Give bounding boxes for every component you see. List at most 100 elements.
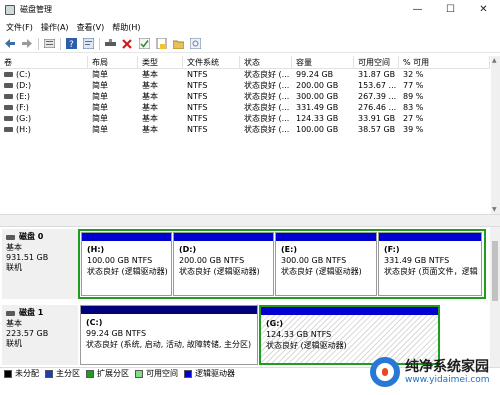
toolbar-separator	[99, 37, 100, 50]
type-cell: 基本	[142, 114, 158, 123]
scrollbar-thumb[interactable]	[492, 241, 498, 301]
disk-state: 联机	[6, 339, 22, 348]
volume-list-scrollbar[interactable]: ▲ ▼	[491, 56, 500, 214]
disk-icon	[6, 234, 15, 240]
column-header-volume[interactable]: 卷	[0, 55, 88, 69]
type-cell: 基本	[142, 92, 158, 101]
title-bar: 磁盘管理 — ☐ ✕	[0, 0, 500, 19]
column-header-percent-free[interactable]: % 可用	[399, 55, 490, 69]
logical-drive-bar	[174, 233, 273, 241]
table-row[interactable]: (D:) 简单 基本 NTFS 状态良好 (... 200.00 GB 153.…	[0, 80, 490, 91]
scroll-down-arrow-icon[interactable]: ▼	[492, 206, 497, 213]
scroll-up-arrow-icon[interactable]: ▲	[492, 57, 497, 64]
column-header-status[interactable]: 状态	[240, 55, 292, 69]
table-row[interactable]: (H:) 简单 基本 NTFS 状态良好 (... 100.00 GB 38.5…	[0, 124, 490, 135]
check-icon[interactable]	[137, 37, 151, 51]
partition-status: 状态良好 (系统, 启动, 活动, 故障转储, 主分区)	[86, 340, 252, 349]
drive-icon	[4, 72, 13, 77]
type-cell: 基本	[142, 125, 158, 134]
disk-size: 223.57 GB	[6, 329, 49, 338]
menu-view[interactable]: 查看(V)	[77, 22, 105, 33]
partition-c[interactable]: (C:) 99.24 GB NTFS 状态良好 (系统, 启动, 活动, 故障转…	[80, 305, 258, 365]
logical-drive-bar	[261, 307, 438, 315]
partition-label: (C:)	[86, 318, 103, 327]
maximize-button[interactable]: ☐	[434, 0, 467, 19]
free-space-cell: 33.91 GB	[358, 114, 396, 123]
column-header-filesystem[interactable]: 文件系统	[183, 55, 240, 69]
help-icon[interactable]: ?	[64, 37, 78, 51]
folder-icon[interactable]	[171, 37, 185, 51]
legend-label: 可用空间	[146, 369, 178, 378]
capacity-cell: 124.33 GB	[296, 114, 339, 123]
forward-arrow-icon[interactable]	[20, 37, 34, 51]
column-header-type[interactable]: 类型	[138, 55, 183, 69]
table-row[interactable]: (E:) 简单 基本 NTFS 状态良好 (... 300.00 GB 267.…	[0, 91, 490, 102]
legend-swatch	[4, 369, 12, 378]
legend-label: 扩展分区	[97, 369, 129, 378]
partition-label: (E:)	[281, 245, 297, 254]
volume-name: (H:)	[16, 125, 31, 134]
partition-size: 124.33 GB NTFS	[266, 330, 332, 339]
drive-icon	[4, 83, 13, 88]
volume-list-table: 卷 布局 类型 文件系统 状态 容量 可用空间 % 可用 (C:) 简单 基本 …	[0, 55, 490, 208]
new-volume-icon[interactable]	[154, 37, 168, 51]
partition-d[interactable]: (D:) 200.00 GB NTFS 状态良好 (逻辑驱动器)	[173, 232, 274, 296]
list-view-icon[interactable]	[42, 37, 56, 51]
partition-status: 状态良好 (逻辑驱动器)	[281, 267, 362, 276]
partition-size: 200.00 GB NTFS	[179, 256, 245, 265]
volume-name: (G:)	[16, 114, 32, 123]
logical-drive-bar	[82, 233, 171, 241]
table-row[interactable]: (F:) 简单 基本 NTFS 状态良好 (... 331.49 GB 276.…	[0, 102, 490, 113]
status-cell: 状态良好 (...	[244, 92, 290, 101]
disk-0-partitions: (H:) 100.00 GB NTFS 状态良好 (逻辑驱动器) (D:) 20…	[81, 232, 483, 296]
table-row[interactable]: (G:) 简单 基本 NTFS 状态良好 (... 124.33 GB 33.9…	[0, 113, 490, 124]
partition-e[interactable]: (E:) 300.00 GB NTFS 状态良好 (逻辑驱动器)	[275, 232, 377, 296]
partition-label: (H:)	[87, 245, 105, 254]
percent-free-cell: 83 %	[403, 103, 424, 112]
partition-status: 状态良好 (页面文件，逻辑	[384, 267, 478, 276]
table-row[interactable]: (C:) 简单 基本 NTFS 状态良好 (... 99.24 GB 31.87…	[0, 69, 490, 80]
minimize-button[interactable]: —	[401, 0, 434, 19]
partition-label: (G:)	[266, 319, 284, 328]
disk-view-scrollbar[interactable]	[490, 227, 500, 367]
type-cell: 基本	[142, 81, 158, 90]
legend-swatch	[86, 369, 94, 378]
disk-type: 基本	[6, 319, 22, 328]
close-button[interactable]: ✕	[467, 0, 500, 19]
disk-1-label[interactable]: 磁盘 1 基本 223.57 GB 联机	[2, 305, 78, 365]
disk-management-app-icon	[5, 4, 15, 15]
layout-cell: 简单	[92, 81, 108, 90]
legend-item: 逻辑驱动器	[184, 368, 235, 379]
menu-file[interactable]: 文件(F)	[6, 22, 33, 33]
column-header-free-space[interactable]: 可用空间	[354, 55, 399, 69]
percent-free-cell: 32 %	[403, 70, 424, 79]
partition-h[interactable]: (H:) 100.00 GB NTFS 状态良好 (逻辑驱动器)	[81, 232, 172, 296]
window-controls: — ☐ ✕	[401, 0, 500, 19]
refresh-icon[interactable]	[188, 37, 202, 51]
capacity-cell: 331.49 GB	[296, 103, 339, 112]
layout-cell: 简单	[92, 92, 108, 101]
drive-icon	[4, 94, 13, 99]
connect-icon[interactable]	[103, 37, 117, 51]
partition-size: 300.00 GB NTFS	[281, 256, 347, 265]
properties-icon[interactable]	[81, 37, 95, 51]
delete-x-icon[interactable]	[120, 37, 134, 51]
column-header-layout[interactable]: 布局	[88, 55, 138, 69]
legend-label: 未分配	[15, 369, 39, 378]
column-header-capacity[interactable]: 容量	[292, 55, 354, 69]
menu-action[interactable]: 操作(A)	[41, 22, 69, 33]
pane-splitter[interactable]	[0, 214, 500, 227]
legend-swatch	[45, 369, 53, 378]
capacity-cell: 100.00 GB	[296, 125, 339, 134]
partition-f[interactable]: (F:) 331.49 GB NTFS 状态良好 (页面文件，逻辑	[378, 232, 482, 296]
disk-0-label[interactable]: 磁盘 0 基本 931.51 GB 联机	[2, 229, 78, 299]
back-arrow-icon[interactable]	[3, 37, 17, 51]
watermark-title: 纯净系统家园	[405, 358, 489, 375]
legend-label: 逻辑驱动器	[195, 369, 235, 378]
menu-help[interactable]: 帮助(H)	[112, 22, 140, 33]
drive-icon	[4, 127, 13, 132]
filesystem-cell: NTFS	[187, 70, 208, 79]
partition-status: 状态良好 (逻辑驱动器)	[266, 341, 347, 350]
disk-type: 基本	[6, 243, 22, 252]
free-space-cell: 276.46 ...	[358, 103, 397, 112]
